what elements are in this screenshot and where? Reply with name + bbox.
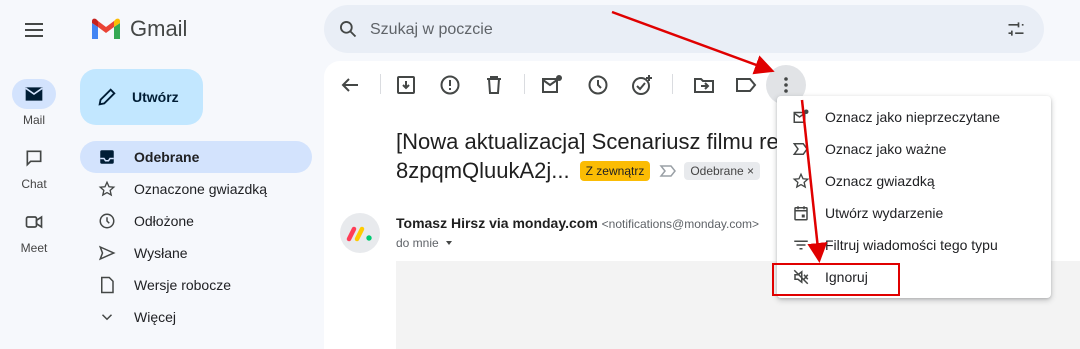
snooze-icon[interactable]: [586, 73, 610, 97]
more-vert-icon: [784, 77, 788, 93]
nav-label: Odebrane: [134, 149, 200, 165]
left-rail: Mail Chat Meet: [0, 0, 68, 349]
archive-icon[interactable]: [394, 73, 418, 97]
label-badge-text: Odebrane: [690, 163, 744, 178]
search-bar[interactable]: [324, 5, 1044, 55]
rail-mail-label: Mail: [22, 113, 45, 127]
caret-down-icon: [445, 241, 452, 245]
nav-item-inbox[interactable]: Odebrane: [80, 141, 312, 173]
report-spam-icon[interactable]: [438, 73, 462, 97]
rail-chat-label: Chat: [21, 177, 47, 191]
back-arrow-icon[interactable]: [338, 73, 362, 97]
subject-line2: 8zpqmQluukA2j...: [396, 158, 570, 183]
nav-item-more[interactable]: Więcej: [80, 301, 312, 333]
meet-icon: [25, 215, 43, 229]
remove-label-icon[interactable]: ×: [747, 164, 754, 178]
add-to-tasks-icon[interactable]: [630, 73, 654, 97]
sender-name[interactable]: Tomasz Hirsz via monday.com: [396, 215, 598, 231]
nav-label: Wysłane: [134, 245, 188, 261]
clock-icon: [99, 213, 115, 229]
draft-icon: [101, 276, 114, 294]
menu-item-star[interactable]: Oznacz gwiazdką: [777, 165, 1051, 197]
trash-icon[interactable]: [482, 73, 506, 97]
calendar-icon: [794, 206, 808, 221]
rail-meet-label: Meet: [20, 241, 48, 255]
send-icon: [98, 245, 116, 261]
important-icon: [792, 143, 808, 155]
chevron-down-icon: [101, 314, 113, 321]
move-to-icon[interactable]: [692, 73, 716, 97]
importance-marker-icon[interactable]: [658, 163, 678, 179]
external-badge: Z zewnątrz: [579, 160, 651, 181]
chat-icon: [26, 150, 42, 167]
menu-item-mark-important[interactable]: Oznacz jako ważne: [777, 133, 1051, 165]
menu-item-label: Utwórz wydarzenie: [825, 205, 944, 221]
inbox-icon: [100, 150, 114, 164]
menu-item-mark-unread[interactable]: Oznacz jako nieprzeczytane: [777, 101, 1051, 133]
filter-icon: [794, 240, 808, 250]
nav-item-snoozed[interactable]: Odłożone: [80, 205, 312, 237]
monday-logo-icon: [346, 226, 372, 242]
nav-label: Odłożone: [134, 213, 194, 229]
nav-item-sent[interactable]: Wysłane: [80, 237, 312, 269]
toolbar-divider: [524, 74, 525, 94]
sender-line: Tomasz Hirsz via monday.com <notificatio…: [396, 215, 759, 231]
hamburger-menu-icon[interactable]: [22, 18, 46, 42]
menu-item-filter[interactable]: Filtruj wiadomości tego typu: [777, 229, 1051, 261]
mail-icon: [25, 87, 43, 101]
rail-chat[interactable]: Chat: [0, 143, 68, 191]
compose-button[interactable]: Utwórz: [80, 69, 203, 125]
star-icon: [98, 180, 116, 197]
search-options-icon[interactable]: [1006, 19, 1026, 39]
gmail-logo[interactable]: Gmail: [90, 14, 187, 44]
compose-label: Utwórz: [132, 89, 179, 105]
rail-mail[interactable]: Mail: [0, 79, 68, 127]
recipient-label: do mnie: [396, 236, 439, 250]
nav-label: Oznaczone gwiazdką: [134, 181, 268, 197]
subject-line1: [Nowa aktualizacja] Scenariusz filmu re: [396, 129, 779, 154]
recipient-line[interactable]: do mnie: [396, 236, 455, 250]
folder-nav: Odebrane Oznaczone gwiazdką Odłożone Wys…: [80, 141, 312, 333]
toolbar-divider: [672, 74, 673, 94]
menu-item-label: Oznacz jako nieprzeczytane: [825, 109, 1001, 125]
star-icon: [792, 172, 810, 189]
search-input[interactable]: [368, 5, 972, 55]
menu-item-label: Oznacz jako ważne: [825, 141, 947, 157]
menu-item-label: Filtruj wiadomości tego typu: [825, 237, 998, 253]
sender-avatar[interactable]: [340, 213, 380, 253]
nav-label: Więcej: [134, 309, 177, 325]
mark-unread-icon: [793, 109, 809, 123]
menu-item-label: Oznacz gwiazdką: [825, 173, 935, 189]
nav-label: Wersje robocze: [134, 277, 232, 293]
label-badge[interactable]: Odebrane ×: [684, 161, 761, 180]
rail-meet[interactable]: Meet: [0, 207, 68, 255]
pencil-icon: [98, 88, 116, 106]
toolbar-divider: [380, 74, 381, 94]
nav-item-starred[interactable]: Oznaczone gwiazdką: [80, 173, 312, 205]
sender-email: <notifications@monday.com>: [601, 217, 760, 231]
app-name: Gmail: [130, 16, 188, 41]
nav-item-drafts[interactable]: Wersje robocze: [80, 269, 312, 301]
mark-unread-icon[interactable]: [540, 73, 564, 97]
gmail-m-icon: [92, 18, 120, 39]
search-icon[interactable]: [338, 19, 358, 39]
label-icon[interactable]: [734, 73, 758, 97]
menu-item-create-event[interactable]: Utwórz wydarzenie: [777, 197, 1051, 229]
highlight-box: [772, 263, 900, 296]
